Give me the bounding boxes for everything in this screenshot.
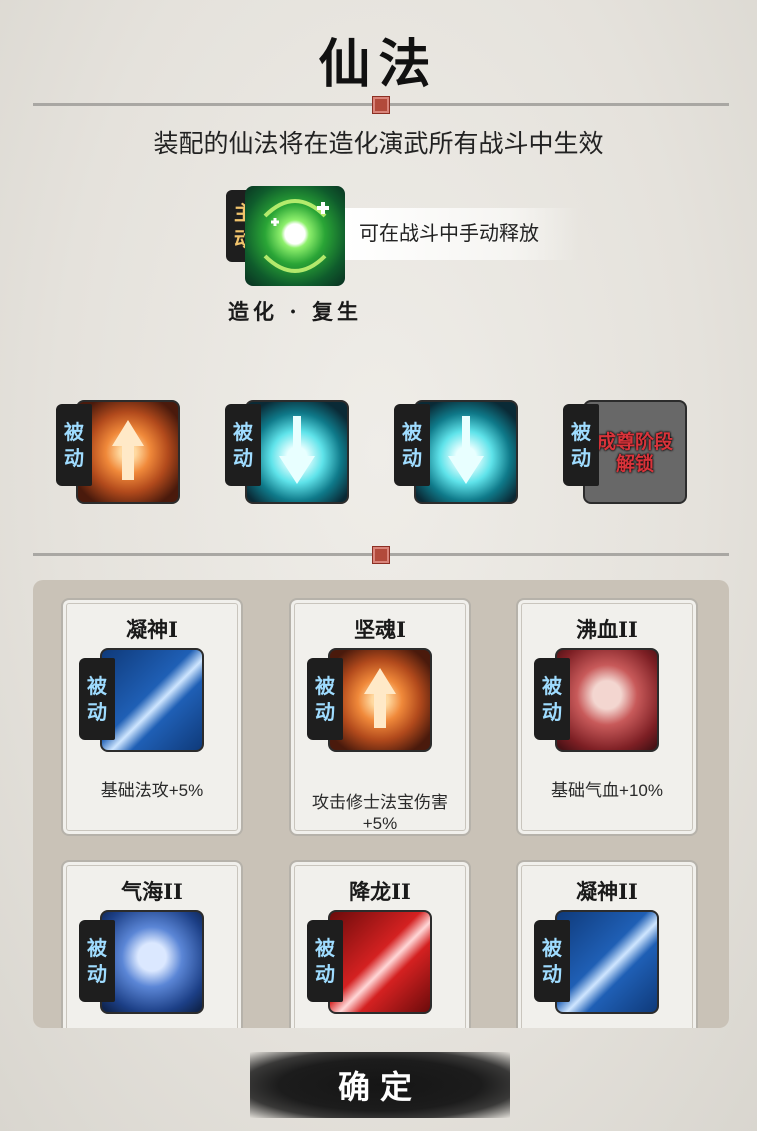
tag-char: 被 [315,936,335,960]
skill-card-name: 凝神II [576,879,638,904]
passive-tag: 被 动 [563,404,599,486]
tag-char: 动 [64,446,84,470]
skill-card-desc: 攻击修士法宝伤害+5% [312,793,448,833]
passive-tag: 被 动 [534,920,570,1002]
tag-char: 被 [87,674,107,698]
passive-slot-1[interactable]: 被 动 [56,400,180,504]
tag-char: 动 [571,446,591,470]
fire-arrow-icon [328,648,432,752]
passive-tag: 被 动 [534,658,570,740]
lock-text-line: 解锁 [615,454,654,475]
confirm-button[interactable]: 确定 [250,1052,510,1118]
skill-card-name: 坚魂I [354,617,406,642]
skill-card[interactable]: 坚魂I 被 动 攻击修士法宝伤害+5% [289,598,471,836]
skill-list-panel[interactable]: 凝神I 被 动 基础法攻+5% 坚魂I 被 动 攻击修士法宝伤害+5% 沸血II… [33,580,729,1028]
active-skill-desc: 可在战斗中手动释放 [345,208,579,260]
passive-tag: 被 动 [79,920,115,1002]
seal-icon [372,96,390,114]
passive-tag: 被 动 [307,920,343,1002]
active-skill-name: 造化 · 复生 [228,299,362,324]
skill-card-name: 沸血II [576,617,638,642]
tag-char: 被 [542,674,562,698]
blue-ghost-icon [100,910,204,1014]
skill-card[interactable]: 凝神II 被 动 [516,860,698,1028]
tag-char: 动 [87,700,107,724]
skill-card-desc: 基础气血+10% [551,781,663,800]
lock-text: 成尊阶段 解锁 [585,432,685,476]
skill-card-name: 气海II [121,879,183,904]
passive-slot-2[interactable]: 被 动 [225,400,349,504]
blue-sword-icon [555,910,659,1014]
tag-char: 被 [64,420,84,444]
seal-icon [372,546,390,564]
red-sword-icon [328,910,432,1014]
passive-tag: 被 动 [307,658,343,740]
passive-slot-3[interactable]: 被 动 [394,400,518,504]
skill-card-name: 凝神I [126,617,178,642]
red-ghost-icon [555,648,659,752]
passive-tag: 被 动 [56,404,92,486]
tag-char: 动 [542,962,562,986]
subtitle: 装配的仙法将在造化演武所有战斗中生效 [153,130,604,158]
tag-char: 动 [542,700,562,724]
blue-sword-icon [100,648,204,752]
passive-slot-4-locked[interactable]: 成尊阶段 解锁 被 动 [563,400,687,504]
tag-char: 动 [315,962,335,986]
tag-char: 动 [402,446,422,470]
skill-card-name: 降龙II [349,879,411,904]
skill-card[interactable]: 气海II 被 动 [61,860,243,1028]
tag-char: 动 [315,700,335,724]
tag-char: 动 [233,446,253,470]
skill-card[interactable]: 降龙II 被 动 [289,860,471,1028]
skill-card[interactable]: 沸血II 被 动 基础气血+10% [516,598,698,836]
tag-char: 被 [402,420,422,444]
page-title: 仙法 [318,34,439,95]
tag-char: 动 [87,962,107,986]
skill-card[interactable]: 凝神I 被 动 基础法攻+5% [61,598,243,836]
tag-char: 被 [233,420,253,444]
tag-char: 被 [315,674,335,698]
tag-char: 被 [542,936,562,960]
green-heal-orb-icon[interactable] [245,186,345,286]
skill-card-desc: 基础法攻+5% [100,781,204,800]
passive-tag: 被 动 [79,658,115,740]
lock-text-line: 成尊阶段 [596,432,673,453]
passive-tag: 被 动 [225,404,261,486]
tag-char: 被 [571,420,591,444]
passive-tag: 被 动 [394,404,430,486]
tag-char: 被 [87,936,107,960]
